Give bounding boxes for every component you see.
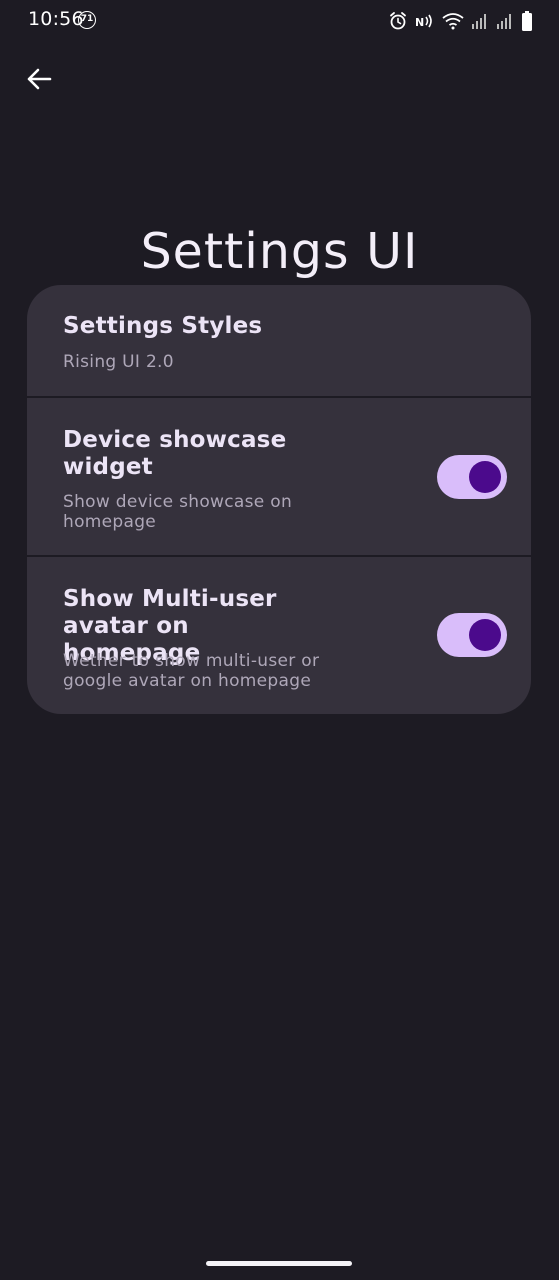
device-showcase-toggle[interactable] bbox=[437, 455, 507, 499]
battery-icon bbox=[521, 11, 533, 31]
signal-icon bbox=[496, 13, 514, 29]
settings-item-subtitle: Rising UI 2.0 bbox=[63, 352, 174, 372]
settings-item-multi-user-avatar[interactable]: Show Multi-user avatar on homepage Wethe… bbox=[27, 557, 531, 714]
settings-item-subtitle: Wether to show multi-user or google avat… bbox=[63, 651, 320, 691]
home-indicator[interactable] bbox=[206, 1261, 352, 1266]
signal-icon bbox=[471, 13, 489, 29]
status-time: 10:56 bbox=[28, 8, 84, 30]
multi-user-avatar-toggle[interactable] bbox=[437, 613, 507, 657]
settings-card: Settings Styles Rising UI 2.0 Device sho… bbox=[27, 285, 531, 714]
back-button[interactable] bbox=[22, 64, 56, 98]
arrow-left-icon bbox=[26, 67, 52, 95]
settings-item-settings-styles[interactable]: Settings Styles Rising UI 2.0 bbox=[27, 285, 531, 396]
alarm-icon bbox=[388, 11, 408, 31]
settings-item-subtitle: Show device showcase on homepage bbox=[63, 492, 293, 532]
page-title: Settings UI bbox=[140, 222, 419, 280]
toggle-knob bbox=[469, 619, 501, 651]
nfc-icon: N bbox=[415, 13, 435, 29]
settings-item-device-showcase-widget[interactable]: Device showcase widget Show device showc… bbox=[27, 398, 531, 555]
wifi-icon bbox=[442, 12, 464, 30]
status-bar: 10:56 71 N bbox=[0, 0, 559, 42]
status-icons: N bbox=[388, 9, 533, 33]
notification-count-badge: 71 bbox=[78, 11, 96, 29]
settings-item-title: Settings Styles bbox=[63, 313, 263, 339]
toggle-knob bbox=[469, 461, 501, 493]
svg-text:N: N bbox=[415, 16, 424, 29]
settings-item-title: Device showcase widget bbox=[63, 427, 287, 480]
